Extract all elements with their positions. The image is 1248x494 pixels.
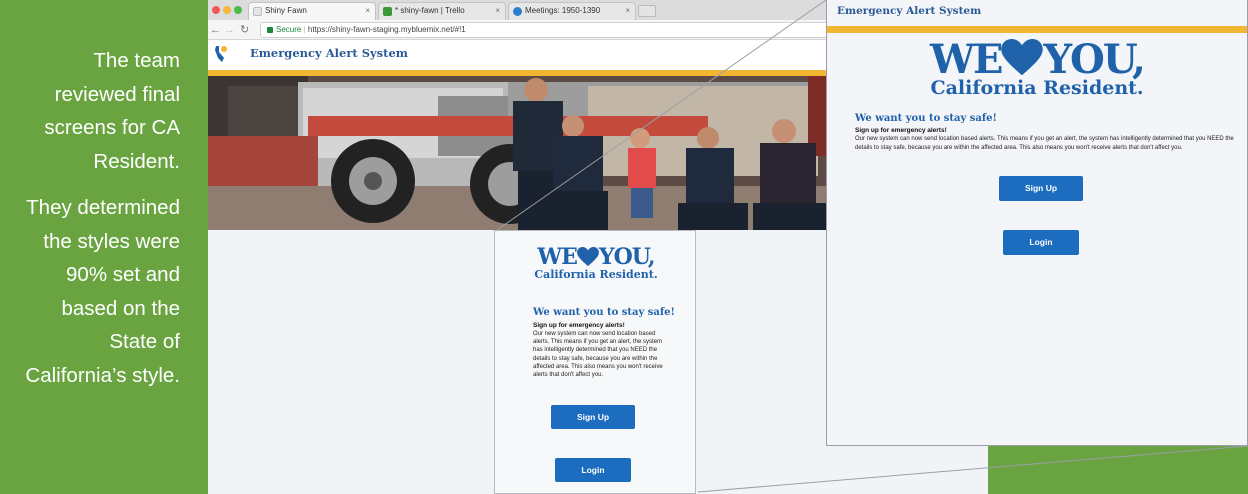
mobile-mockup: WE YOU, California Resident. We want you … [494, 230, 696, 494]
resident-subheading: California Resident. [534, 268, 658, 281]
zoomed-gold-bar [827, 26, 1247, 33]
signup-heading: Sign up for emergency alerts! [533, 322, 625, 329]
caption-paragraph-2: They determined the styles were 90% set … [25, 196, 180, 387]
tab-shiny-fawn[interactable]: Shiny Fawn × [248, 2, 376, 20]
we-text: WE [537, 244, 577, 270]
zoomed-mockup: Emergency Alert System WE YOU, California… [826, 0, 1248, 446]
stay-safe-heading: We want you to stay safe! [533, 307, 675, 318]
lock-icon [267, 27, 273, 33]
secure-label: Secure [276, 25, 302, 34]
minimize-window-icon[interactable] [223, 6, 231, 14]
site-title: Emergency Alert System [250, 46, 408, 60]
california-logo-icon [215, 46, 227, 62]
close-window-icon[interactable] [212, 6, 220, 14]
comma-text: , [647, 244, 656, 270]
url-text: https://shiny-fawn-staging.mybluemix.net… [307, 25, 466, 34]
zoomed-signup-heading: Sign up for emergency alerts! [855, 127, 947, 134]
green-accent-strip [988, 444, 1248, 494]
we-love-you-heading: WE YOU, [495, 245, 697, 269]
tab-label: Shiny Fawn [265, 6, 307, 15]
caption-paragraph-1: The team reviewed final screens for CA R… [44, 49, 180, 173]
close-tab-icon[interactable]: × [625, 3, 630, 19]
heart-icon [1001, 39, 1044, 76]
tab-meetings[interactable]: Meetings: 1950-1390 × [508, 2, 636, 20]
zoomed-resident-subheading: California Resident. [930, 77, 1144, 99]
sign-up-button[interactable]: Sign Up [551, 405, 635, 429]
meeting-icon [513, 7, 522, 16]
close-tab-icon[interactable]: × [495, 3, 500, 19]
description-text: Our new system can now send location bas… [533, 331, 663, 379]
caption-panel: The team reviewed final screens for CA R… [0, 0, 208, 494]
we-text: WE [930, 36, 1003, 83]
close-tab-icon[interactable]: × [365, 3, 370, 19]
you-text: YOU [1043, 36, 1134, 83]
tab-label: * shiny-fawn | Trello [395, 6, 465, 15]
trello-icon [383, 7, 392, 16]
zoomed-login-button[interactable]: Login [1003, 230, 1079, 255]
zoomed-sign-up-button[interactable]: Sign Up [999, 176, 1083, 201]
tab-trello[interactable]: * shiny-fawn | Trello × [378, 2, 506, 20]
zoomed-site-title: Emergency Alert System [837, 5, 982, 17]
login-button[interactable]: Login [555, 458, 631, 482]
page-icon [253, 7, 262, 16]
comma-text: , [1132, 36, 1146, 83]
forward-icon[interactable]: → [224, 22, 235, 38]
zoomed-we-love-you-heading: WE YOU, [827, 38, 1247, 82]
reload-icon[interactable]: ↻ [240, 22, 249, 38]
you-text: YOU [598, 244, 649, 270]
zoomed-description-text: Our new system can now send location bas… [855, 136, 1234, 151]
maximize-window-icon[interactable] [234, 6, 242, 14]
zoomed-stay-safe-heading: We want you to stay safe! [855, 113, 997, 124]
new-tab-button[interactable] [638, 5, 656, 17]
tab-label: Meetings: 1950-1390 [525, 6, 601, 15]
heart-icon [576, 247, 599, 267]
back-icon[interactable]: ← [210, 22, 221, 38]
